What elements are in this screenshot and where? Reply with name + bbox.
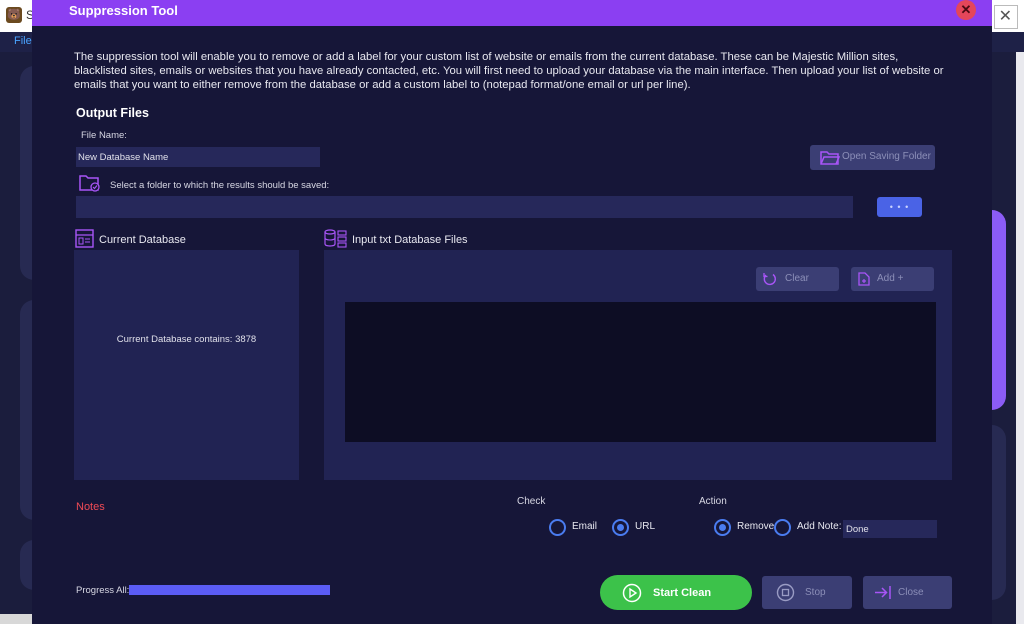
input-files-panel: Clear Add + [324, 250, 952, 480]
add-note-radio-label: Add Note: [797, 521, 842, 532]
file-name-input[interactable] [76, 147, 320, 167]
background-scrollbar[interactable] [1016, 52, 1024, 624]
action-label: Action [699, 496, 727, 507]
stop-button[interactable]: Stop [762, 576, 852, 609]
menu-file[interactable]: File [14, 35, 32, 47]
database-files-icon [324, 229, 347, 248]
background-close-icon: ✕ [998, 8, 1012, 25]
url-radio[interactable] [612, 519, 629, 536]
open-saving-folder-label: Open Saving Folder [842, 151, 931, 162]
database-icon [75, 229, 94, 248]
url-radio-label: URL [635, 521, 656, 532]
background-scrollbar-horizontal[interactable] [0, 614, 32, 624]
browse-folder-button[interactable]: • • • [877, 197, 922, 217]
add-file-icon [858, 272, 870, 286]
start-clean-label: Start Clean [653, 587, 712, 599]
add-label: Add + [877, 273, 904, 284]
suppression-tool-dialog: Suppression Tool ✕ The suppression tool … [32, 0, 992, 624]
folder-path-input[interactable] [76, 196, 853, 218]
refresh-icon [763, 273, 776, 286]
remove-radio-label: Remove [737, 521, 775, 532]
file-name-label: File Name: [81, 130, 127, 141]
play-icon [622, 583, 642, 603]
progress-fill [129, 585, 330, 595]
progress-label: Progress All: [76, 585, 130, 596]
current-database-panel: Current Database contains: 3878 [74, 250, 299, 480]
stop-icon [776, 583, 795, 602]
start-clean-button[interactable]: Start Clean [600, 575, 752, 610]
close-button[interactable]: Close [863, 576, 952, 609]
exit-icon [875, 586, 891, 599]
open-saving-folder-button[interactable]: Open Saving Folder [810, 145, 935, 170]
background-panel-accent [992, 210, 1006, 410]
input-files-title: Input txt Database Files [352, 234, 468, 246]
dialog-title: Suppression Tool [69, 3, 178, 18]
current-database-count: Current Database contains: 3878 [116, 334, 257, 345]
folder-select-icon [79, 175, 100, 192]
current-database-title: Current Database [99, 234, 186, 246]
check-label: Check [517, 496, 546, 507]
note-input[interactable] [843, 520, 937, 538]
progress-bar [129, 585, 330, 595]
clear-label: Clear [785, 273, 809, 284]
remove-radio[interactable] [714, 519, 731, 536]
close-icon[interactable]: ✕ [956, 0, 976, 20]
close-label: Close [898, 587, 924, 598]
add-button[interactable]: Add + [851, 267, 934, 291]
clear-button[interactable]: Clear [756, 267, 839, 291]
folder-prompt-label: Select a folder to which the results sho… [110, 180, 330, 191]
folder-open-icon [820, 151, 840, 165]
description-text: The suppression tool will enable you to … [74, 51, 944, 91]
email-radio[interactable] [549, 519, 566, 536]
add-note-radio[interactable] [774, 519, 791, 536]
notes-label: Notes [76, 501, 105, 513]
output-files-title: Output Files [76, 106, 149, 120]
app-logo-icon: 🐻 [6, 7, 22, 23]
email-radio-label: Email [572, 521, 598, 532]
background-panel [992, 425, 1006, 600]
stop-label: Stop [805, 587, 826, 598]
dialog-titlebar: Suppression Tool ✕ [32, 0, 992, 26]
input-files-list[interactable] [345, 302, 936, 442]
